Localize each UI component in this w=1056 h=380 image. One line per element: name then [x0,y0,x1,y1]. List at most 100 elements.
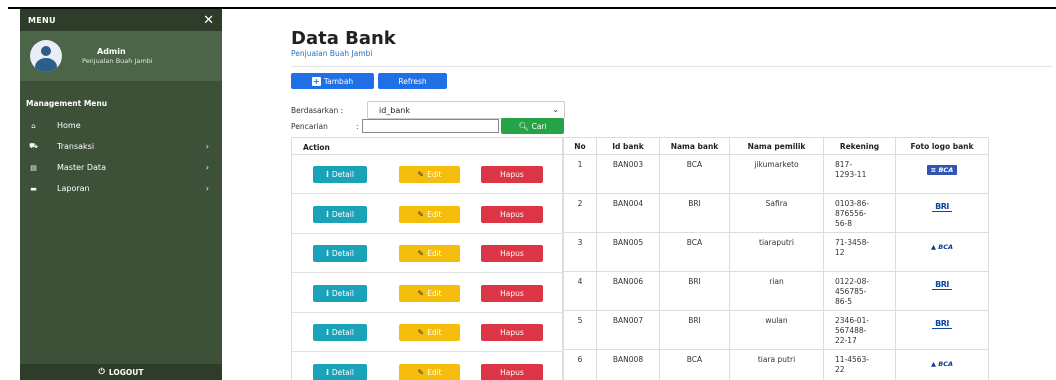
power-icon: ⏻ [98,367,105,376]
bri-logo: BRI [932,280,952,290]
search-colon: : [356,122,359,131]
cell-id-bank: BAN005 [596,232,660,272]
cell-nama-pemilik: wulan [729,310,824,350]
cell-no: 6 [563,349,597,380]
search-input[interactable] [362,119,499,133]
cell-logo: ≋ BCA [895,154,989,194]
cell-nama-bank: BRI [659,271,730,311]
cell-no: 5 [563,310,597,350]
sidebar-item-master-data[interactable]: ▤ Master Data › [20,157,222,178]
avatar [30,40,62,72]
detail-button[interactable]: i Detail [313,284,367,302]
detail-label: Detail [331,288,354,298]
filter-by-label: Berdasarkan : [291,106,344,115]
cell-logo: BRI [895,193,989,233]
column-header: No [563,137,597,155]
tambah-button[interactable]: + Tambah [291,73,374,89]
logout-button[interactable]: ⏻ LOGOUT [20,364,222,380]
close-icon[interactable]: ✕ [203,14,214,27]
info-icon: i [326,249,329,258]
detail-button[interactable]: i Detail [313,363,367,380]
edit-button[interactable]: ✎ Edit [399,324,460,341]
user-info: Admin Penjualan Buah Jambi [82,47,153,65]
avatar-body [35,58,57,72]
cell-rekening: 0103-86- 876556- 56-8 [823,193,896,233]
hapus-button[interactable]: Hapus [481,363,543,380]
detail-button[interactable]: i Detail [313,205,367,223]
cell-logo: ▲ BCA [895,349,989,380]
bank-table-wrap: No Id bank Nama bank Nama pemilik Rekening Fo… [563,137,1056,380]
action-row: i Detail ✎ Edit Hapus [292,313,562,352]
column-header: Nama bank [659,137,730,155]
hapus-button[interactable]: Hapus [481,166,543,183]
sidebar-menu: ⌂ Home ⛟ Transaksi › ▤ Master Data › ▬ Laporan › [20,115,222,199]
detail-button[interactable]: i Detail [313,166,367,183]
detail-button[interactable]: i Detail [313,324,367,341]
edit-label: Edit [427,249,442,258]
cell-nama-bank: BCA [659,232,730,272]
tambah-label: Tambah [323,76,354,86]
cell-nama-bank: BRI [659,193,730,233]
edit-button[interactable]: ✎ Edit [399,363,460,380]
cell-rekening: 2346-01- 567488- 22-17 [823,310,896,350]
info-icon: i [326,288,329,298]
bri-logo: BRI [932,319,952,329]
edit-label: Edit [427,328,442,337]
cell-nama-bank: BCA [659,154,730,194]
hapus-button[interactable]: Hapus [481,284,543,302]
action-header: Action [292,138,562,155]
action-row: i Detail ✎ Edit Hapus [292,274,562,313]
cell-no: 1 [563,154,597,194]
divider [291,66,1053,67]
filter-by-select[interactable]: id_bank ⌄ [367,101,565,119]
edit-button[interactable]: ✎ Edit [399,166,460,183]
sidebar-item-label: Home [57,121,81,130]
avatar-head [41,46,51,56]
filter-by-value: id_bank [379,105,410,115]
table-row: 3 BAN005 BCA tiaraputri 71-3458- 12 ▲ BCA [563,232,989,272]
cell-nama-pemilik: tiara putri [729,349,824,380]
chevron-right-icon: › [205,142,209,151]
user-role: Penjualan Buah Jambi [82,57,153,65]
detail-label: Detail [331,249,354,258]
sidebar-title: MENU [28,15,56,25]
detail-label: Detail [331,328,354,337]
cell-rekening: 11-4563- 22 [823,349,896,380]
hapus-button[interactable]: Hapus [481,324,543,341]
chevron-down-icon: ⌄ [552,105,559,114]
cart-icon: ⛟ [29,142,38,150]
info-icon: i [326,170,329,179]
hapus-button[interactable]: Hapus [481,245,543,262]
edit-button[interactable]: ✎ Edit [399,284,460,302]
cell-logo: BRI [895,310,989,350]
cell-rekening: 0122-08- 456785- 86-5 [823,271,896,311]
bank-table: No Id bank Nama bank Nama pemilik Rekening Fo… [563,137,989,380]
data-icon: ▤ [30,163,37,172]
edit-label: Edit [427,367,442,377]
cari-button[interactable]: 🔍︎ Cari [501,118,564,134]
cell-id-bank: BAN008 [596,349,660,380]
action-row: i Detail ✎ Edit Hapus [292,353,562,380]
action-panel: Action i Detail ✎ Edit Hapus i Detail ✎ Edit Hapu… [291,137,563,380]
bca-logo: ▲ BCA [930,360,954,368]
sidebar: MENU ✕ Admin Penjualan Buah Jambi Manage… [20,9,222,380]
edit-button[interactable]: ✎ Edit [399,245,460,262]
hapus-button[interactable]: Hapus [481,205,543,223]
edit-button[interactable]: ✎ Edit [399,205,460,223]
cell-no: 3 [563,232,597,272]
page-title: Data Bank [291,28,396,49]
sidebar-item-home[interactable]: ⌂ Home [20,115,222,136]
action-row: i Detail ✎ Edit Hapus [292,234,562,273]
sidebar-item-laporan[interactable]: ▬ Laporan › [20,178,222,199]
cell-nama-bank: BRI [659,310,730,350]
detail-button[interactable]: i Detail [313,245,367,262]
cell-nama-bank: BCA [659,349,730,380]
action-row: i Detail ✎ Edit Hapus [292,195,562,234]
user-name: Admin [97,47,126,56]
cell-nama-pemilik: Safira [729,193,824,233]
cell-logo: ▲ BCA [895,232,989,272]
cell-no: 4 [563,271,597,311]
info-icon: i [326,209,329,219]
refresh-button[interactable]: Refresh [378,73,447,89]
sidebar-item-transaksi[interactable]: ⛟ Transaksi › [20,136,222,157]
